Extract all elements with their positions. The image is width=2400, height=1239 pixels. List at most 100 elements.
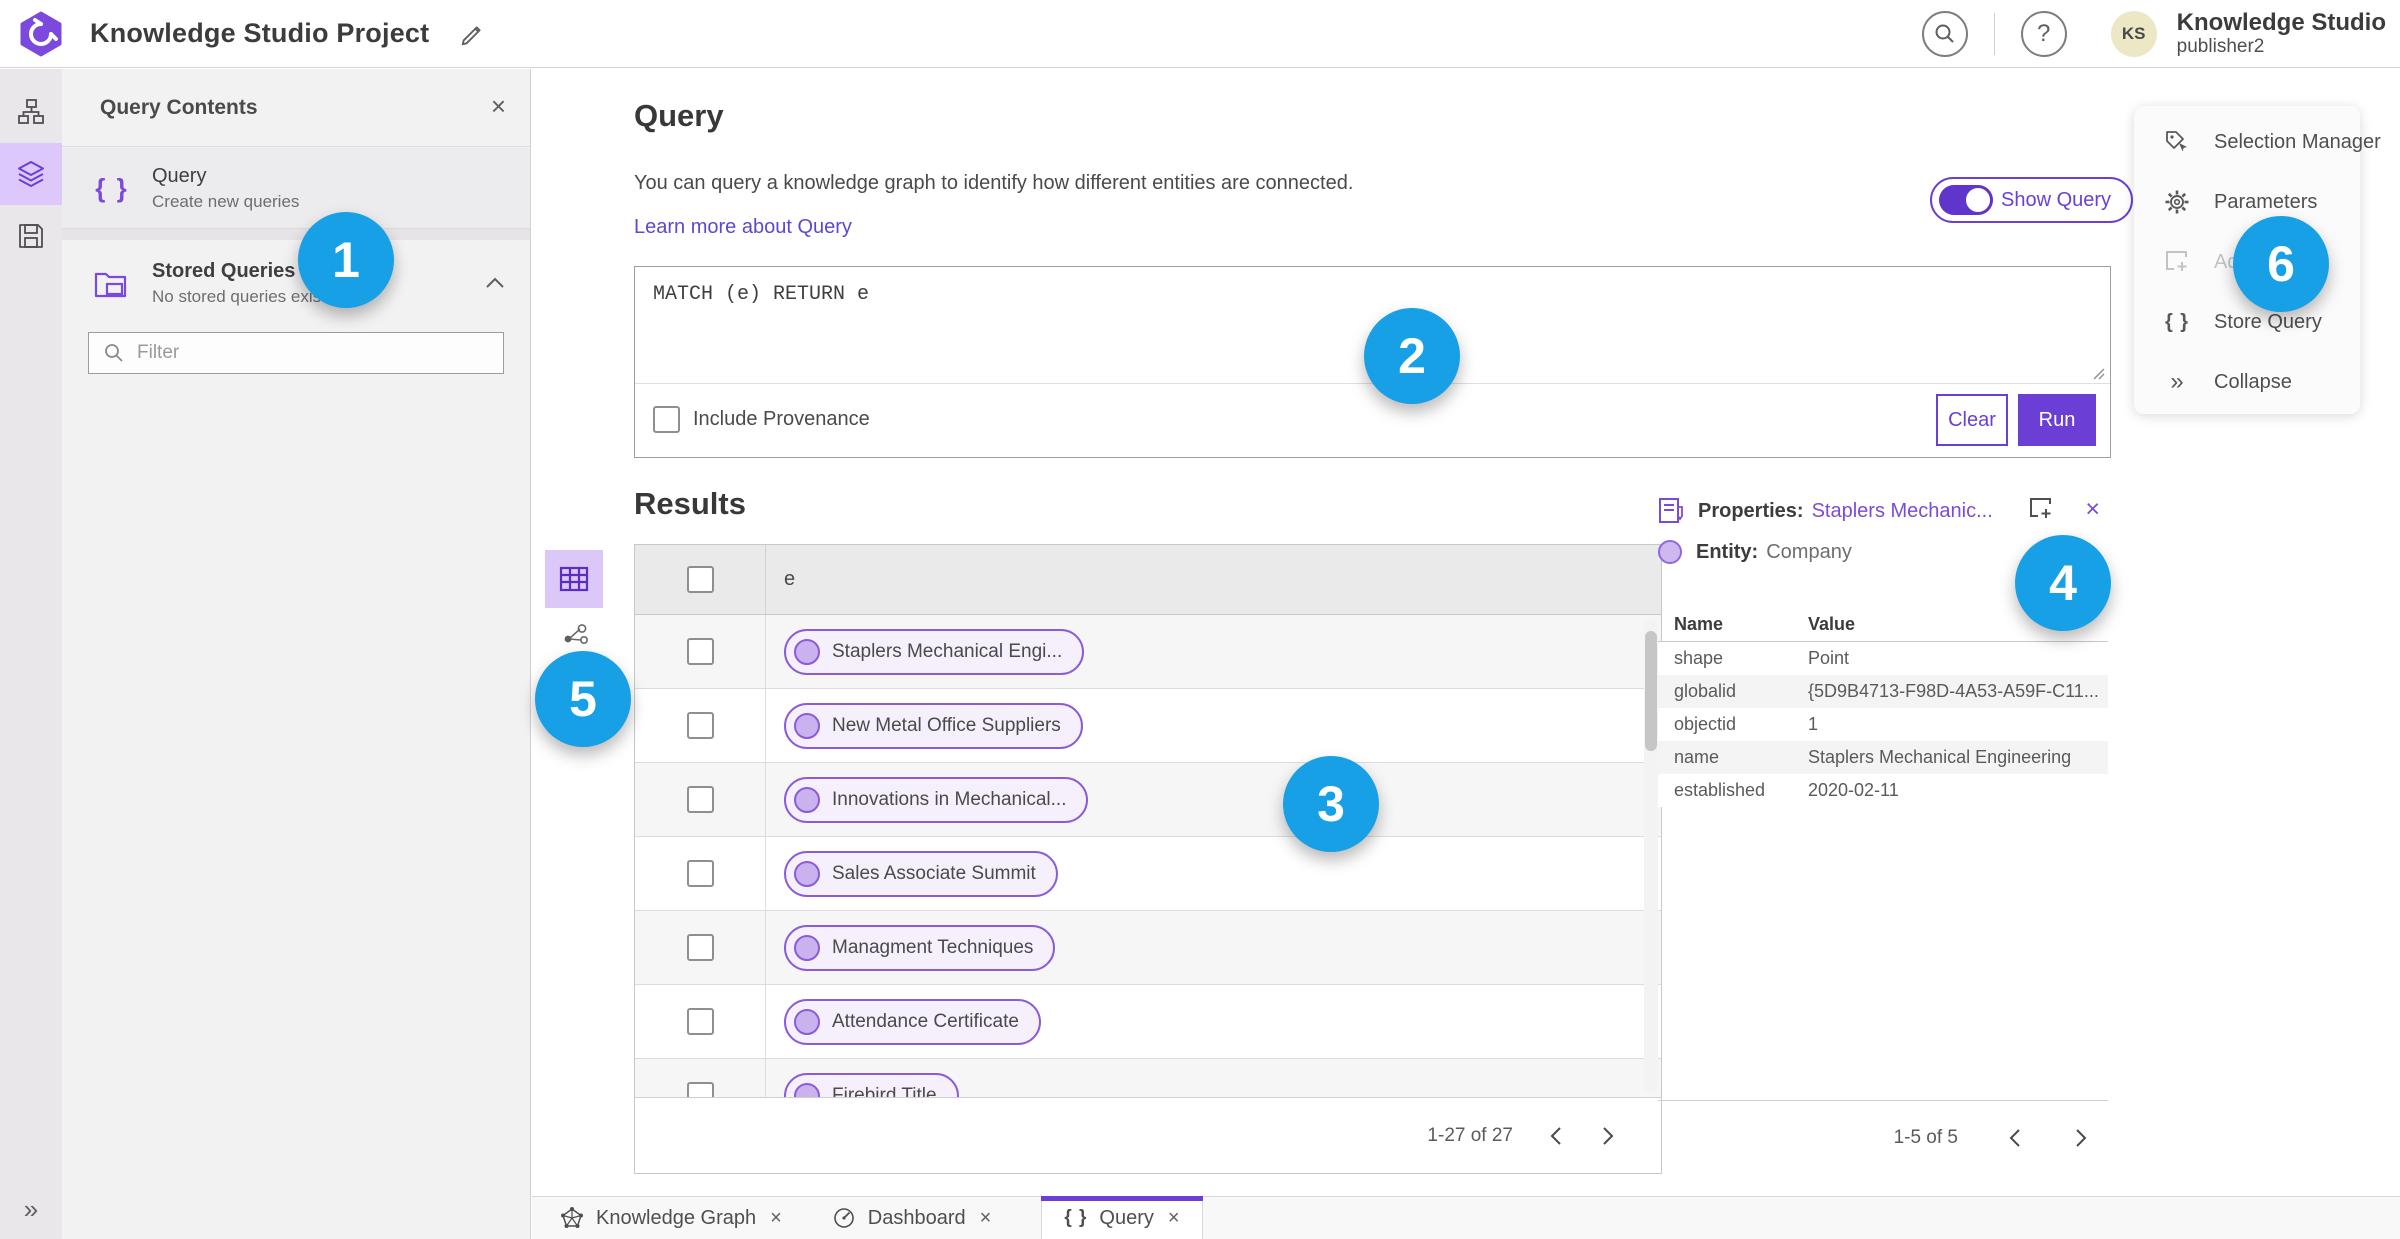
table-row[interactable]: New Metal Office Suppliers — [635, 689, 1661, 763]
properties-pagination-text: 1-5 of 5 — [1893, 1126, 1958, 1148]
table-row[interactable]: Sales Associate Summit — [635, 837, 1661, 911]
properties-footer: 1-5 of 5 — [1658, 1100, 2108, 1174]
link-chart-view-button[interactable] — [556, 616, 596, 656]
tab-knowledge-graph[interactable]: Knowledge Graph × — [538, 1197, 804, 1239]
app-logo-icon[interactable] — [18, 11, 64, 57]
filter-input[interactable] — [137, 342, 503, 364]
results-table: e Staplers Mechanical Engi... New Metal … — [634, 544, 1662, 1174]
annotation-badge-4: 4 — [2015, 535, 2111, 631]
link-chart-icon — [564, 624, 588, 645]
entity-pill[interactable]: Staplers Mechanical Engi... — [784, 628, 1085, 675]
add-to-selection-button[interactable] — [2028, 496, 2054, 522]
table-row[interactable]: Managment Techniques — [635, 911, 1661, 985]
data-model-icon — [18, 99, 44, 124]
layers-icon — [18, 161, 44, 187]
properties-entity-name[interactable]: Staplers Mechanic... — [1812, 500, 1993, 523]
stored-queries-folder-icon — [94, 272, 127, 298]
property-row: objectid 1 — [1658, 708, 2108, 741]
close-tab-icon[interactable]: × — [1168, 1208, 1180, 1228]
include-provenance-checkbox[interactable] — [653, 406, 680, 433]
property-name: objectid — [1674, 714, 1737, 734]
row-checkbox[interactable] — [686, 1082, 714, 1098]
learn-more-link[interactable]: Learn more about Query — [634, 216, 852, 239]
expand-strip-button[interactable]: » — [0, 1194, 62, 1225]
filter-field — [88, 332, 504, 374]
entity-label: Entity: — [1696, 540, 1759, 563]
edit-title-pencil-icon[interactable] — [459, 20, 487, 48]
user-info: Knowledge Studio publisher2 — [2177, 9, 2386, 58]
entity-pill[interactable]: Managment Techniques — [784, 924, 1056, 971]
table-row[interactable]: Firebird Title — [635, 1059, 1661, 1098]
scrollbar-thumb[interactable] — [1645, 631, 1657, 751]
row-checkbox[interactable] — [686, 1008, 714, 1035]
property-name: established — [1674, 780, 1766, 800]
property-row: name Staplers Mechanical Engineering — [1658, 741, 2108, 774]
stored-queries-description: No stored queries exist — [152, 286, 326, 306]
show-query-toggle[interactable]: Show Query — [1930, 177, 2134, 223]
run-button[interactable]: Run — [2018, 394, 2096, 446]
row-checkbox[interactable] — [686, 786, 714, 813]
menu-item-selection-manager[interactable]: Selection Manager — [2134, 112, 2381, 172]
entity-pill[interactable]: New Metal Office Suppliers — [784, 702, 1083, 749]
property-name: name — [1674, 747, 1720, 767]
entity-dot-icon — [794, 1082, 820, 1098]
properties-doc-icon — [1659, 498, 1683, 523]
table-row[interactable]: Attendance Certificate — [635, 985, 1661, 1059]
column-header-e[interactable]: e — [765, 545, 1661, 614]
entity-dot-icon — [794, 712, 820, 739]
avatar[interactable]: KS — [2110, 10, 2157, 57]
clear-button[interactable]: Clear — [1936, 394, 2008, 446]
row-checkbox[interactable] — [686, 712, 714, 739]
close-icon[interactable]: × — [491, 93, 506, 119]
contents-item-query[interactable]: { } Query Create new queries — [62, 148, 530, 229]
entity-pill[interactable]: Sales Associate Summit — [784, 850, 1058, 897]
entity-pill[interactable]: Attendance Certificate — [784, 998, 1041, 1045]
sidebar-item-save[interactable] — [0, 205, 62, 267]
row-checkbox[interactable] — [686, 638, 714, 665]
search-button[interactable] — [1921, 10, 1968, 57]
results-next-page-button[interactable] — [1595, 1120, 1621, 1152]
property-row: established 2020-02-11 — [1658, 774, 2108, 807]
tab-dashboard[interactable]: Dashboard × — [810, 1197, 1014, 1239]
close-tab-icon[interactable]: × — [980, 1208, 992, 1228]
sidebar-item-contents[interactable] — [0, 143, 62, 205]
tab-query[interactable]: { } Query × — [1041, 1196, 1203, 1239]
annotation-badge-2: 2 — [1364, 308, 1460, 404]
bottom-tab-bar: Knowledge Graph × Dashboard × { } Query … — [532, 1196, 2400, 1239]
entity-pill-label: Sales Associate Summit — [832, 862, 1036, 884]
results-scrollbar[interactable] — [1644, 619, 1658, 1093]
help-button[interactable]: ? — [2020, 10, 2067, 57]
contents-item-stored-queries[interactable]: Stored Queries No stored queries exist — [62, 240, 530, 326]
collapse-section-button[interactable] — [484, 276, 506, 290]
table-row[interactable]: Innovations in Mechanical... — [635, 763, 1661, 837]
property-name: shape — [1674, 648, 1724, 668]
close-tab-icon[interactable]: × — [770, 1208, 782, 1228]
annotation-badge-1: 1 — [298, 212, 394, 308]
query-item-description: Create new queries — [152, 191, 300, 211]
chevron-left-icon — [2009, 1128, 2020, 1147]
braces-icon: { } — [2164, 310, 2190, 333]
braces-icon: { } — [95, 172, 129, 203]
menu-item-collapse[interactable]: » Collapse — [2134, 352, 2360, 412]
entity-dot-icon — [794, 638, 820, 665]
sidebar-item-data-model[interactable] — [0, 81, 62, 143]
properties-next-page-button[interactable] — [2068, 1122, 2094, 1154]
resize-handle-icon[interactable] — [2090, 365, 2106, 381]
entity-pill[interactable]: Innovations in Mechanical... — [784, 776, 1089, 823]
gear-icon — [2165, 190, 2189, 214]
row-checkbox[interactable] — [686, 860, 714, 887]
include-provenance-label: Include Provenance — [693, 408, 870, 430]
tab-label: Dashboard — [867, 1206, 966, 1229]
row-checkbox[interactable] — [686, 934, 714, 961]
chevron-left-icon — [1550, 1126, 1561, 1145]
menu-item-parameters[interactable]: Parameters — [2134, 172, 2360, 232]
menu-item-store-query[interactable]: { } Store Query — [2134, 292, 2360, 352]
select-all-checkbox[interactable] — [686, 566, 714, 593]
table-row[interactable]: Staplers Mechanical Engi... — [635, 615, 1661, 689]
results-prev-page-button[interactable] — [1543, 1120, 1569, 1152]
entity-pill[interactable]: Firebird Title — [784, 1072, 959, 1098]
properties-prev-page-button[interactable] — [2002, 1122, 2028, 1154]
close-properties-icon[interactable]: × — [2085, 494, 2100, 524]
table-view-button[interactable] — [545, 550, 603, 608]
entity-dot-icon — [794, 860, 820, 887]
